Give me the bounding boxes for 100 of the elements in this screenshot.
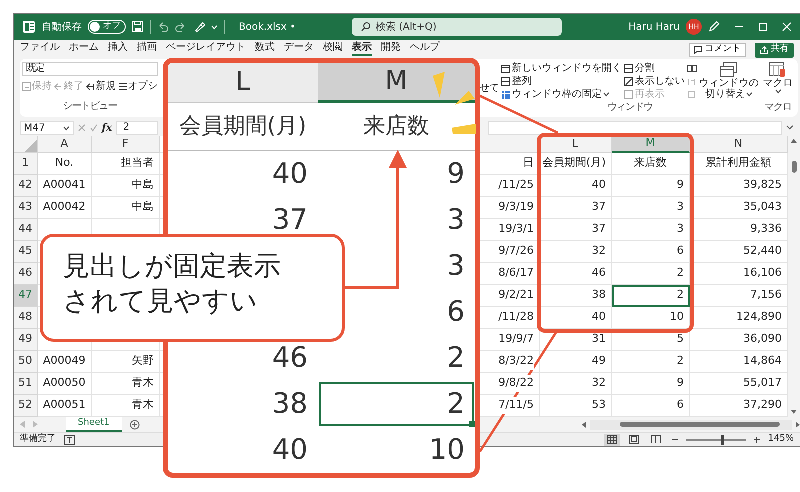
- menu-tab[interactable]: ファイル: [20, 40, 60, 56]
- share-button[interactable]: 共有: [755, 42, 794, 58]
- menu-tab[interactable]: ページレイアウト: [166, 40, 246, 56]
- add-sheet-icon[interactable]: [130, 420, 140, 430]
- header-text: 会員期間(月): [168, 103, 318, 151]
- table-cell: 38: [540, 285, 612, 307]
- table-cell: 31: [540, 329, 612, 351]
- close-icon[interactable]: [782, 22, 792, 32]
- autosave-toggle[interactable]: オフ: [88, 20, 126, 34]
- fill-handle-icon: [469, 421, 475, 427]
- ribbon-button[interactable]: 新規: [86, 79, 116, 94]
- column-header[interactable]: [480, 136, 540, 153]
- scroll-left-icon[interactable]: [582, 422, 586, 428]
- scrollbar-thumb[interactable]: [792, 161, 796, 173]
- row-header[interactable]: 42: [14, 175, 38, 197]
- row-header[interactable]: 1: [14, 153, 38, 175]
- switch-window-button[interactable]: ウィンドウの 切り替え: [699, 62, 759, 100]
- normal-view-icon: [607, 435, 618, 444]
- name-box[interactable]: M47: [20, 121, 74, 135]
- sheet-tab[interactable]: Sheet1: [66, 417, 122, 432]
- cell-value: 38: [271, 386, 309, 422]
- ribbon-button[interactable]: 新しいウィンドウを開く: [501, 61, 622, 76]
- caret-icon[interactable]: [63, 126, 70, 130]
- row-header[interactable]: 43: [14, 197, 38, 219]
- cell-value: 46: [271, 340, 309, 376]
- windows-icon: [720, 62, 738, 78]
- scroll-down-icon[interactable]: [791, 410, 797, 414]
- brush-icon[interactable]: [193, 21, 205, 33]
- column-header[interactable]: M: [612, 136, 690, 153]
- undo-icon[interactable]: [157, 21, 169, 33]
- table-cell: A00041: [38, 175, 92, 197]
- row-header[interactable]: 48: [14, 307, 38, 329]
- table-cell: 32: [540, 373, 612, 395]
- menu-tab[interactable]: 校閲: [323, 40, 343, 56]
- table-cell: 来店数: [612, 153, 690, 175]
- ribbon-button[interactable]: 表示しない: [624, 74, 685, 89]
- scroll-up-icon[interactable]: [791, 139, 797, 143]
- menu-tab[interactable]: 描画: [137, 40, 157, 56]
- row-header[interactable]: 50: [14, 351, 38, 373]
- row-header[interactable]: 51: [14, 373, 38, 395]
- table-cell: 8/6/17: [480, 263, 540, 285]
- table-cell: 5: [612, 329, 690, 351]
- redo-icon[interactable]: [175, 21, 187, 33]
- scroll-right-icon[interactable]: [796, 422, 800, 428]
- menu-tab[interactable]: 表示: [352, 40, 372, 56]
- zoom-level[interactable]: 145%: [768, 432, 794, 446]
- menu-tab[interactable]: ヘルプ: [410, 40, 440, 56]
- caret-icon[interactable]: [746, 92, 752, 97]
- cell-value: 9: [447, 156, 465, 192]
- table-cell: 会員期間(月): [540, 153, 612, 175]
- zoom-in-icon[interactable]: [754, 436, 760, 442]
- caret-icon[interactable]: [603, 92, 610, 97]
- maximize-icon[interactable]: [758, 22, 768, 32]
- row-header[interactable]: 47: [14, 285, 38, 307]
- ribbon-button[interactable]: 整列: [501, 74, 622, 89]
- cell-value: 40: [271, 156, 309, 192]
- horizontal-scrollbar[interactable]: [590, 420, 792, 430]
- table-cell: 40: [540, 307, 612, 329]
- row-header[interactable]: 45: [14, 241, 38, 263]
- row-header[interactable]: 49: [14, 329, 38, 351]
- ribbon-button[interactable]: オプシ: [118, 79, 158, 94]
- menu-tab[interactable]: 開発: [381, 40, 401, 56]
- row-header[interactable]: 44: [14, 219, 38, 241]
- slider-thumb[interactable]: [721, 434, 724, 444]
- save-icon[interactable]: [132, 21, 144, 33]
- table-cell: 16,106: [690, 263, 788, 285]
- formula-field[interactable]: 2: [116, 121, 158, 135]
- list-icon: [118, 82, 128, 92]
- table-cell: 7,156: [690, 285, 788, 307]
- search-field[interactable]: 検索 (Alt+Q): [352, 18, 562, 36]
- column-header[interactable]: L: [540, 136, 612, 153]
- comment-button[interactable]: コメント: [689, 43, 746, 57]
- formula-field[interactable]: [488, 121, 782, 135]
- column-header[interactable]: F: [92, 136, 160, 153]
- view-select[interactable]: 既定: [22, 62, 158, 76]
- column-header[interactable]: N: [690, 136, 788, 153]
- menu-tab[interactable]: 数式: [255, 40, 275, 56]
- ribbon-button[interactable]: ウィンドウ枠の固定: [501, 87, 622, 102]
- view-button[interactable]: [604, 434, 620, 446]
- menu-tab[interactable]: ホーム: [69, 40, 99, 56]
- macro-button[interactable]: マクロ: [763, 62, 793, 94]
- function-label[interactable]: fx: [102, 120, 112, 136]
- zoom-out-icon[interactable]: [672, 436, 678, 442]
- row-header[interactable]: 46: [14, 263, 38, 285]
- menu-tab[interactable]: データ: [284, 40, 314, 56]
- autosave-label: 自動保存: [42, 20, 82, 34]
- menu-tab[interactable]: 挿入: [108, 40, 128, 56]
- ribbon-button[interactable]: 分割: [624, 61, 685, 76]
- table-cell: 55,017: [690, 373, 788, 395]
- table-cell: 9/2/21: [480, 285, 540, 307]
- scrollbar-thumb[interactable]: [620, 422, 780, 427]
- pen-icon[interactable]: [708, 21, 720, 33]
- row-header[interactable]: 52: [14, 395, 38, 417]
- side-by-side-icon[interactable]: [687, 64, 697, 74]
- expand-icon[interactable]: [786, 125, 794, 131]
- caret-icon[interactable]: [774, 89, 782, 94]
- column-header[interactable]: A: [38, 136, 92, 153]
- table-cell: 3: [612, 197, 690, 219]
- table-cell: 37,290: [690, 395, 788, 417]
- table-cell: /11/28: [480, 307, 540, 329]
